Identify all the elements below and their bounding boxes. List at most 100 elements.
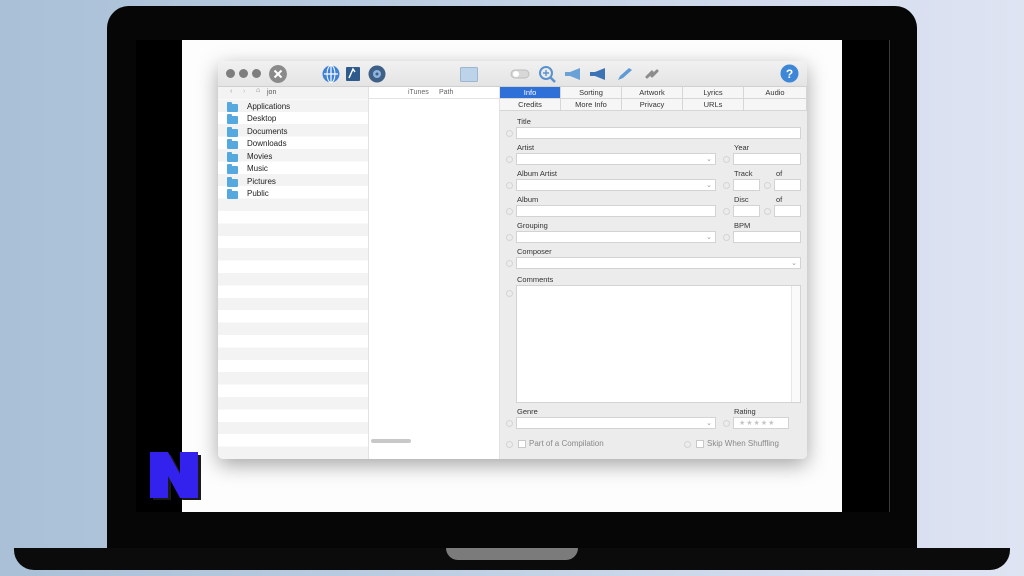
disc-icon[interactable]: [368, 65, 386, 83]
zoom-window-button[interactable]: [252, 69, 261, 78]
tab-audio[interactable]: Audio: [744, 87, 807, 99]
help-icon[interactable]: ?: [780, 64, 799, 83]
link-icon[interactable]: [643, 67, 661, 81]
sidebar-item-label: Pictures: [247, 177, 276, 186]
rating-field[interactable]: ★★★★★: [733, 417, 789, 429]
skip-shuffling-checkbox[interactable]: [696, 440, 704, 448]
chevron-down-icon: ⌄: [706, 182, 712, 189]
tab-sorting[interactable]: Sorting: [561, 87, 622, 99]
compilation-checkbox[interactable]: [518, 440, 526, 448]
close-window-button[interactable]: [226, 69, 235, 78]
album-field[interactable]: [516, 205, 716, 217]
tab-credits[interactable]: Credits: [500, 99, 561, 111]
lock-icon[interactable]: [723, 208, 730, 215]
lock-icon[interactable]: [723, 420, 730, 427]
year-label: Year: [734, 143, 750, 152]
grouping-field[interactable]: ⌄: [516, 231, 716, 243]
file-list[interactable]: iTunes Path: [369, 87, 500, 459]
rating-stars[interactable]: ★★★★★: [739, 419, 775, 427]
folder-icon: [227, 139, 238, 149]
track-of-label: of: [776, 169, 783, 178]
skip-shuffling-label: Skip When Shuffling: [707, 439, 779, 448]
column-header-itunes[interactable]: iTunes: [408, 87, 429, 98]
folder-icon: [227, 102, 238, 112]
lock-icon[interactable]: [764, 182, 771, 189]
svg-text:?: ?: [786, 67, 793, 81]
right-bezel: [842, 40, 890, 512]
sidebar: ‹ › ⌂ jon Applications Desktop Documents…: [218, 87, 369, 459]
year-field[interactable]: [733, 153, 801, 165]
sidebar-item-label: Downloads: [247, 139, 287, 148]
minimize-window-button[interactable]: [239, 69, 248, 78]
lock-icon[interactable]: [764, 208, 771, 215]
lock-icon[interactable]: [723, 234, 730, 241]
comments-field[interactable]: [516, 285, 801, 403]
comments-label: Comments: [517, 275, 554, 284]
lock-icon[interactable]: [723, 182, 730, 189]
folder-icon: [227, 164, 238, 174]
lock-icon[interactable]: [506, 260, 513, 267]
pencil-icon[interactable]: [616, 67, 634, 81]
genre-field[interactable]: ⌄: [516, 417, 716, 429]
disc-of-label: of: [776, 195, 783, 204]
close-icon[interactable]: [269, 65, 287, 83]
horizontal-scrollbar[interactable]: [371, 439, 411, 443]
column-header-path[interactable]: Path: [439, 87, 453, 98]
track-field[interactable]: [733, 179, 760, 191]
composer-label: Composer: [517, 247, 552, 256]
megaphone-icon[interactable]: [588, 67, 608, 81]
lock-icon[interactable]: [723, 156, 730, 163]
album-label: Album: [517, 195, 539, 204]
disc-total-field[interactable]: [774, 205, 801, 217]
toolbar: ?: [218, 61, 807, 87]
lock-icon[interactable]: [506, 208, 513, 215]
rating-label: Rating: [734, 407, 756, 416]
web-icon[interactable]: [322, 65, 340, 83]
lock-icon[interactable]: [506, 156, 513, 163]
comments-scrollbar[interactable]: [791, 286, 800, 402]
folder-icon: [227, 114, 238, 124]
composer-field[interactable]: ⌄: [516, 257, 801, 269]
tab-lyrics[interactable]: Lyrics: [683, 87, 744, 99]
artist-field[interactable]: ⌄: [516, 153, 716, 165]
lock-icon[interactable]: [506, 441, 513, 448]
lock-icon[interactable]: [506, 290, 513, 297]
lock-icon[interactable]: [506, 420, 513, 427]
tab-empty: [744, 99, 807, 111]
zoom-icon[interactable]: [538, 65, 556, 83]
tab-urls[interactable]: URLs: [683, 99, 744, 111]
tab-artwork[interactable]: Artwork: [622, 87, 683, 99]
disc-label: Disc: [734, 195, 749, 204]
home-icon[interactable]: ⌂: [256, 87, 260, 94]
sidebar-nav: ‹ › ⌂ jon: [218, 87, 368, 99]
track-label: Track: [734, 169, 753, 178]
back-icon[interactable]: ‹: [230, 88, 232, 95]
lock-icon[interactable]: [506, 182, 513, 189]
tab-more-info[interactable]: More Info: [561, 99, 622, 111]
track-total-field[interactable]: [774, 179, 801, 191]
tab-info[interactable]: Info: [500, 87, 561, 99]
chevron-down-icon: ⌄: [791, 260, 797, 267]
forward-icon[interactable]: ›: [243, 88, 245, 95]
header-divider: [369, 98, 499, 99]
tab-privacy[interactable]: Privacy: [622, 99, 683, 111]
folder-icon: [227, 152, 238, 162]
disc-field[interactable]: [733, 205, 760, 217]
toggle-icon[interactable]: [510, 67, 530, 81]
album-artist-label: Album Artist: [517, 169, 558, 178]
bpm-label: BPM: [734, 221, 751, 230]
folder-icon: [227, 127, 238, 137]
image-icon[interactable]: [460, 67, 478, 82]
title-label: Title: [517, 117, 531, 126]
sidebar-item-label: Desktop: [247, 114, 277, 123]
tag-editor: Info Sorting Artwork Lyrics Audio Credit…: [500, 87, 807, 459]
bpm-field[interactable]: [733, 231, 801, 243]
lock-icon[interactable]: [506, 234, 513, 241]
lock-icon[interactable]: [506, 130, 513, 137]
lock-icon[interactable]: [684, 441, 691, 448]
title-field[interactable]: [516, 127, 801, 139]
album-artist-field[interactable]: ⌄: [516, 179, 716, 191]
megaphone-icon[interactable]: [563, 67, 583, 81]
book-icon[interactable]: [344, 65, 362, 83]
compilation-label: Part of a Compilation: [529, 439, 604, 448]
